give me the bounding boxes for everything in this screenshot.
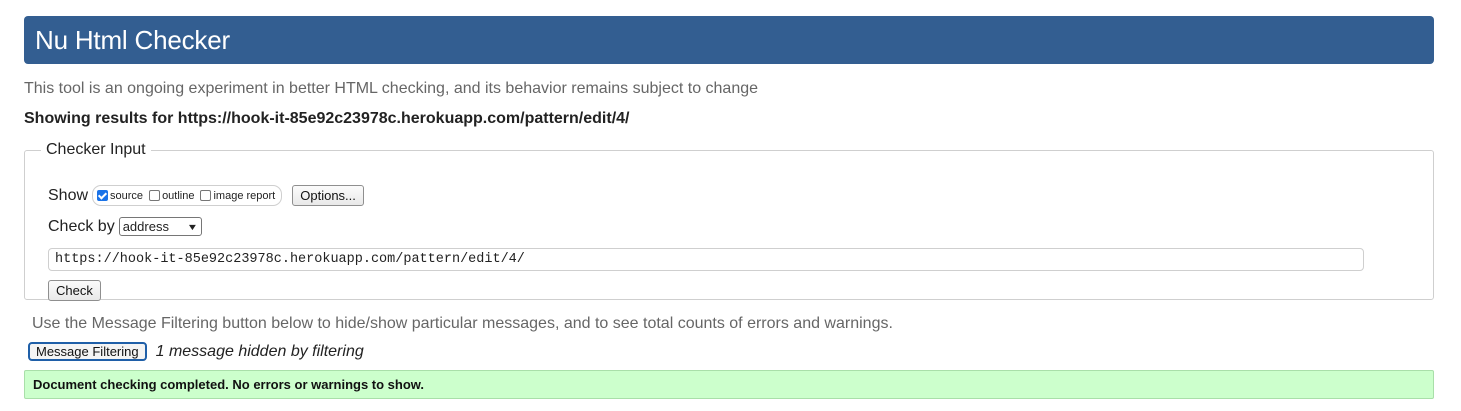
intro-text: This tool is an ongoing experiment in be…: [24, 80, 759, 97]
hidden-messages-note: 1 message hidden by filtering: [155, 342, 364, 360]
chevron-down-icon: ▼: [186, 221, 199, 232]
showing-url: https://hook-it-85e92c23978c.herokuapp.c…: [177, 110, 630, 127]
outline-checkbox[interactable]: [149, 190, 161, 201]
check-by-select[interactable]: address ▼: [118, 217, 202, 236]
options-button[interactable]: Options...: [292, 185, 364, 206]
show-outline-option[interactable]: outline: [149, 190, 194, 202]
show-options-group: source outline image report: [92, 185, 283, 206]
page-title: Nu Html Checker: [35, 24, 230, 55]
checker-input-fieldset: Checker Input Show source outline image …: [24, 141, 1434, 301]
image-report-label: image report: [213, 189, 276, 202]
show-row: Show source outline image report Options…: [48, 185, 364, 206]
check-button[interactable]: Check: [48, 280, 101, 301]
check-by-value: address: [122, 219, 169, 234]
url-input[interactable]: https://hook-it-85e92c23978c.herokuapp.c…: [48, 248, 1364, 271]
image-report-checkbox[interactable]: [200, 190, 212, 201]
filter-note: Use the Message Filtering button below t…: [32, 315, 893, 332]
filter-row: Message Filtering 1 message hidden by fi…: [28, 342, 364, 361]
show-source-option[interactable]: source: [97, 190, 143, 202]
showing-results: Showing results for https://hook-it-85e9…: [24, 110, 629, 128]
show-image-report-option[interactable]: image report: [200, 190, 275, 202]
page-header: Nu Html Checker: [24, 16, 1434, 64]
source-checkbox[interactable]: [97, 190, 109, 201]
show-label: Show: [48, 186, 89, 204]
message-filtering-button[interactable]: Message Filtering: [28, 342, 147, 361]
check-by-label: Check by: [48, 217, 115, 235]
checker-input-legend: Checker Input: [46, 141, 146, 158]
showing-prefix: Showing results for: [24, 110, 178, 127]
success-message: Document checking completed. No errors o…: [24, 370, 1434, 399]
source-label: source: [110, 189, 144, 202]
check-by-row: Check by address ▼: [48, 217, 202, 236]
outline-label: outline: [162, 189, 195, 202]
